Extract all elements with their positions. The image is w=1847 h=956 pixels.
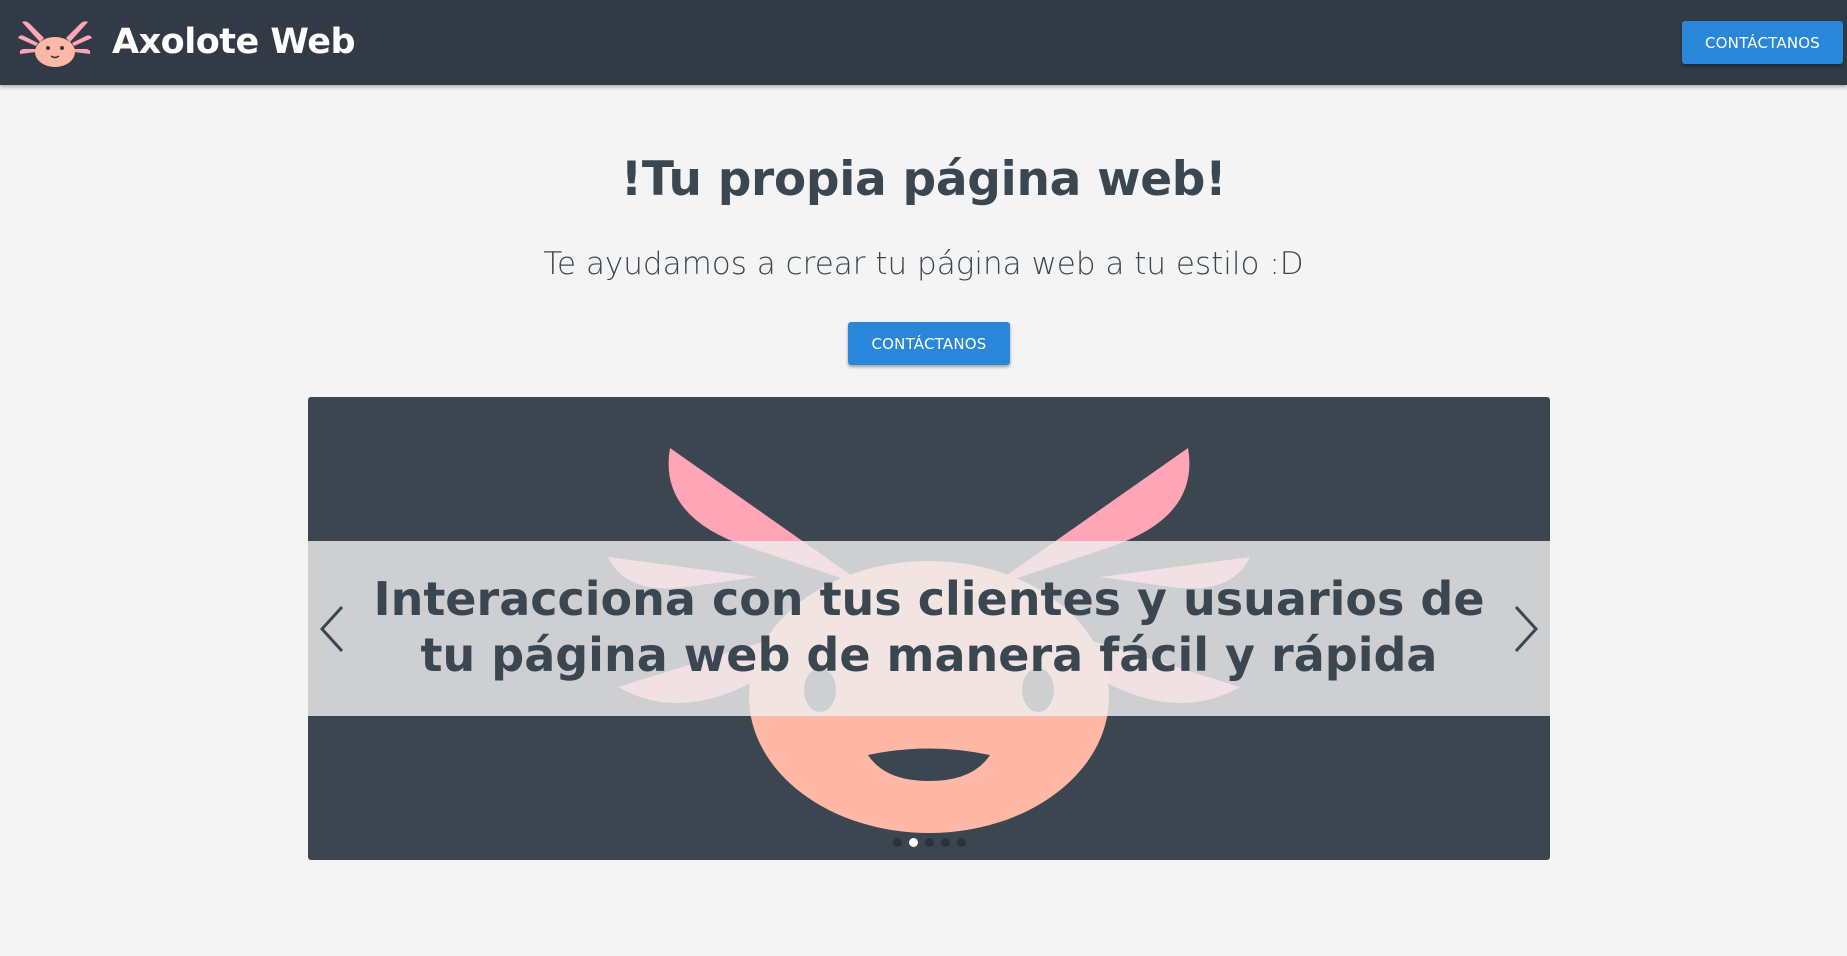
- hero-contact-button[interactable]: CONTÁCTANOS: [848, 322, 1010, 365]
- carousel-indicator-dot[interactable]: [924, 838, 934, 847]
- chevron-left-icon: [319, 605, 344, 653]
- carousel-indicator-dot[interactable]: [892, 838, 902, 847]
- top-navbar: Axolote Web CONTÁCTANOS: [0, 0, 1847, 85]
- brand-name: Axolote Web: [112, 22, 356, 62]
- carousel-indicator-dot[interactable]: [908, 838, 918, 847]
- carousel-caption: Interacciona con tus clientes y usuarios…: [373, 572, 1485, 682]
- carousel-caption-band: Interacciona con tus clientes y usuarios…: [308, 541, 1550, 716]
- hero-subtitle: Te ayudamos a crear tu página web a tu e…: [543, 246, 1304, 282]
- carousel-indicator-dot[interactable]: [956, 838, 966, 847]
- carousel-next-button[interactable]: [1510, 603, 1542, 655]
- navbar-contact-button[interactable]: CONTÁCTANOS: [1682, 21, 1843, 64]
- axolotl-logo-icon: [18, 21, 92, 67]
- image-carousel: Interacciona con tus clientes y usuarios…: [308, 397, 1550, 860]
- carousel-prev-button[interactable]: [316, 603, 348, 655]
- brand-link[interactable]: Axolote Web: [18, 16, 356, 68]
- carousel-indicator-dot[interactable]: [940, 838, 950, 847]
- chevron-right-icon: [1514, 605, 1539, 653]
- hero-title: !Tu propia página web!: [620, 152, 1227, 207]
- carousel-indicators: [308, 838, 1550, 847]
